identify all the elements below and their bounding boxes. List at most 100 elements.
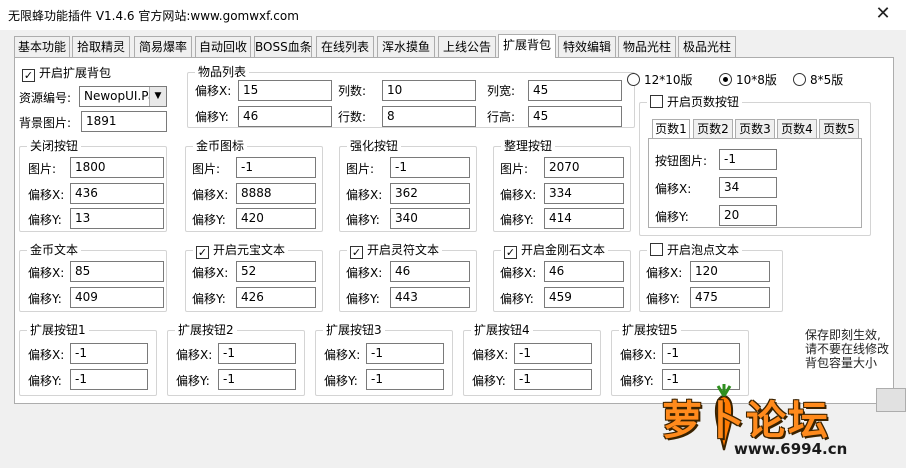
resource-select[interactable]: NewopUI.Pak ▼ — [79, 86, 167, 107]
yuanbao-checkbox[interactable]: ✓ 开启元宝文本 — [193, 242, 289, 259]
tab-boss-hp[interactable]: BOSS血条 — [254, 36, 312, 58]
enhance-offset-x-field[interactable]: 362 — [390, 183, 470, 204]
expand-bag-panel: ✓ 开启扩展背包 资源编号: NewopUI.Pak ▼ 背景图片: 1891 物… — [14, 57, 894, 404]
item-offset-x-field[interactable]: 15 — [238, 80, 332, 101]
group-title: 扩展按钮4 — [471, 322, 533, 338]
note-line: 保存即刻生效, — [805, 328, 881, 342]
sort-offset-x-field[interactable]: 334 — [544, 183, 624, 204]
close-image-field[interactable]: 1800 — [70, 157, 164, 178]
check-icon[interactable]: ✓ — [22, 69, 35, 82]
rows-field[interactable]: 8 — [382, 106, 476, 127]
tab-expand-bag[interactable]: 扩展背包 — [498, 34, 556, 58]
label: 列数: — [338, 84, 367, 98]
col-width-field[interactable]: 45 — [528, 80, 622, 101]
label: 偏移X: — [192, 266, 229, 280]
expand1-offset-x-field[interactable]: -1 — [70, 343, 148, 364]
radio-12x10[interactable]: 12*10版 — [627, 72, 693, 88]
subtab-page2[interactable]: 页数2 — [693, 119, 733, 139]
label: 偏移Y: — [176, 374, 210, 388]
radio-8x5[interactable]: 8*5版 — [793, 72, 843, 88]
title-bar: 无限蜂功能插件 V1.4.6 官方网站:www.gomwxf.com ✕ — [0, 0, 906, 30]
label: 偏移X: — [28, 188, 65, 202]
gold-text-offset-x-field[interactable]: 85 — [70, 261, 164, 282]
close-offset-x-field[interactable]: 436 — [70, 183, 164, 204]
lingfu-offset-y-field[interactable]: 443 — [390, 287, 470, 308]
group-title: 扩展按钮3 — [323, 322, 385, 338]
group-title: 金币文本 — [27, 242, 82, 258]
resource-label: 资源编号: — [19, 91, 72, 105]
item-offset-y-field[interactable]: 46 — [238, 106, 332, 127]
label: 偏移Y: — [500, 213, 534, 227]
expand3-offset-y-field[interactable]: -1 — [366, 369, 444, 390]
bubble-offset-x-field[interactable]: 120 — [690, 261, 770, 282]
sort-image-field[interactable]: 2070 — [544, 157, 624, 178]
label: 偏移X: — [472, 348, 509, 362]
bubble-offset-y-field[interactable]: 475 — [690, 287, 770, 308]
enhance-offset-y-field[interactable]: 340 — [390, 208, 470, 229]
subtab-page5[interactable]: 页数5 — [819, 119, 859, 139]
diamond-checkbox[interactable]: ✓ 开启金刚石文本 — [501, 242, 609, 259]
page-tab-body: 按钮图片: -1 偏移X: 34 偏移Y: 20 — [648, 138, 862, 228]
tab-droprate[interactable]: 简易爆率 — [134, 36, 192, 58]
expand5-offset-x-field[interactable]: -1 — [662, 343, 740, 364]
label: 偏移Y: — [192, 213, 226, 227]
expand4-offset-y-field[interactable]: -1 — [514, 369, 592, 390]
expand2-offset-x-field[interactable]: -1 — [218, 343, 296, 364]
row-height-field[interactable]: 45 — [528, 106, 622, 127]
expand2-offset-y-field[interactable]: -1 — [218, 369, 296, 390]
bg-image-field[interactable]: 1891 — [81, 111, 167, 132]
lingfu-checkbox[interactable]: ✓ 开启灵符文本 — [347, 242, 443, 259]
label: 偏移X: — [655, 182, 692, 196]
group-title: 物品列表 — [195, 64, 250, 80]
tab-basic[interactable]: 基本功能 — [14, 36, 70, 58]
tab-item-pillar[interactable]: 物品光柱 — [618, 36, 676, 58]
yuanbao-offset-y-field[interactable]: 426 — [236, 287, 316, 308]
subtab-page4[interactable]: 页数4 — [777, 119, 817, 139]
label: 行数: — [338, 110, 367, 124]
tab-fishing[interactable]: 浑水摸鱼 — [377, 36, 435, 58]
diamond-offset-x-field[interactable]: 46 — [544, 261, 624, 282]
tab-pickup[interactable]: 拾取精灵 — [72, 36, 130, 58]
tab-effects[interactable]: 特效编辑 — [558, 36, 616, 58]
gold-text-offset-y-field[interactable]: 409 — [70, 287, 164, 308]
subtab-page3[interactable]: 页数3 — [735, 119, 775, 139]
group-title: 整理按钮 — [501, 138, 556, 154]
page-enable-checkbox[interactable]: 开启页数按钮 — [647, 94, 743, 110]
label: 偏移Y: — [472, 374, 506, 388]
label: 偏移Y: — [192, 292, 226, 306]
sort-offset-y-field[interactable]: 414 — [544, 208, 624, 229]
close-offset-y-field[interactable]: 13 — [70, 208, 164, 229]
tab-online-list[interactable]: 在线列表 — [316, 36, 374, 58]
gold-offset-x-field[interactable]: 8888 — [236, 183, 316, 204]
expand4-offset-x-field[interactable]: -1 — [514, 343, 592, 364]
label: 偏移X: — [192, 188, 229, 202]
enhance-image-field[interactable]: -1 — [390, 157, 470, 178]
chevron-down-icon[interactable]: ▼ — [149, 87, 166, 106]
tab-announce[interactable]: 上线公告 — [438, 36, 496, 58]
diamond-offset-y-field[interactable]: 459 — [544, 287, 624, 308]
bg-image-label: 背景图片: — [19, 116, 72, 130]
close-icon[interactable]: ✕ — [860, 0, 906, 30]
tab-recycle[interactable]: 自动回收 — [195, 36, 251, 58]
page-buttons-group: 开启页数按钮 页数1 页数2 页数3 页数4 页数5 按钮图片: -1 偏移X:… — [639, 94, 871, 236]
bubble-checkbox[interactable]: 开启泡点文本 — [647, 242, 743, 258]
enable-bag-checkbox[interactable]: ✓ 开启扩展背包 — [22, 65, 111, 82]
tab-rare-pillar[interactable]: 极品光柱 — [678, 36, 736, 58]
label: 偏移Y: — [28, 374, 62, 388]
expand3-offset-x-field[interactable]: -1 — [366, 343, 444, 364]
page-offset-y-field[interactable]: 20 — [719, 205, 777, 226]
page-btn-image-field[interactable]: -1 — [719, 149, 777, 170]
cols-field[interactable]: 10 — [382, 80, 476, 101]
expand1-offset-y-field[interactable]: -1 — [70, 369, 148, 390]
label: 偏移X: — [176, 348, 213, 362]
radio-10x8[interactable]: 10*8版 — [719, 72, 777, 88]
label: 偏移X: — [646, 266, 683, 280]
label: 偏移X: — [324, 348, 361, 362]
watermark-logo: 萝卜论坛 www.6994.cn — [642, 384, 892, 462]
gold-image-field[interactable]: -1 — [236, 157, 316, 178]
page-offset-x-field[interactable]: 34 — [719, 177, 777, 198]
label: 图片: — [346, 162, 375, 176]
lingfu-offset-x-field[interactable]: 46 — [390, 261, 470, 282]
gold-offset-y-field[interactable]: 420 — [236, 208, 316, 229]
yuanbao-offset-x-field[interactable]: 52 — [236, 261, 316, 282]
